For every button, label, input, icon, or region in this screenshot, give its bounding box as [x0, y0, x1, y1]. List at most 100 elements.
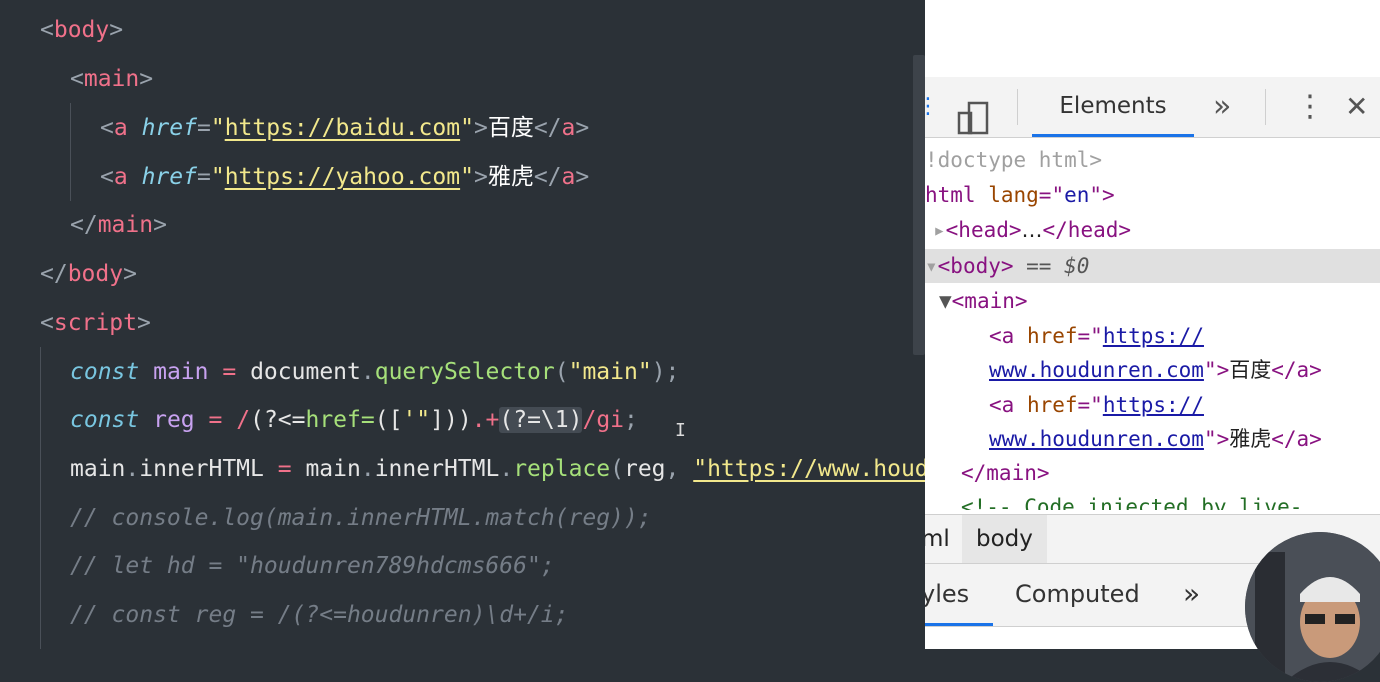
regex-group: ([	[374, 407, 403, 433]
dom-tag: ">	[1089, 183, 1115, 207]
code-line-10: main.innerHTML = main.innerHTML.replace(…	[70, 449, 925, 489]
tag-bracket: >	[109, 17, 124, 43]
dom-head[interactable]: ▸<head>…</head>	[933, 213, 1131, 247]
dom-link[interactable]: www.houdunren.com	[989, 427, 1204, 451]
identifier: main	[70, 456, 126, 482]
breadcrumb-body[interactable]: body	[962, 515, 1047, 563]
argument: reg	[623, 456, 666, 482]
tag-bracket: >	[473, 164, 488, 190]
regex-literal: href=	[305, 407, 375, 433]
property: innerHTML	[374, 456, 500, 482]
quote: "	[210, 164, 225, 190]
dom-tag: ">	[1203, 427, 1230, 451]
operator: =	[222, 359, 237, 385]
tag-bracket: <	[100, 164, 114, 190]
string: "main"	[568, 359, 652, 385]
devtools-toolbar: ⋮ Elements » ⋮ ✕	[925, 77, 1380, 138]
tag-bracket: <	[100, 115, 114, 141]
semicolon: ;	[624, 407, 638, 433]
more-tabs-icon[interactable]: »	[1183, 564, 1200, 624]
dot: .	[125, 456, 140, 482]
tab-elements[interactable]: Elements	[1032, 77, 1194, 137]
dom-comment[interactable]: <!-- Code injected by live-	[961, 490, 1302, 510]
inspect-element-icon[interactable]: ⋮	[925, 77, 939, 137]
tag-bracket: </	[533, 164, 562, 190]
dom-link[interactable]: www.houdunren.com	[989, 358, 1204, 382]
dom-attr: href	[1026, 324, 1078, 348]
tag-bracket: >	[139, 66, 154, 92]
tag-bracket: <	[40, 17, 54, 43]
tab-styles[interactable]: yles	[925, 564, 993, 626]
function-name: replace	[513, 456, 611, 482]
equals: =	[196, 164, 211, 190]
indent-guide	[70, 103, 71, 201]
variable: reg	[153, 407, 195, 433]
code-editor[interactable]: <body> <main> <a href="https://baidu.com…	[0, 0, 925, 649]
dot: .	[360, 456, 375, 482]
dom-main[interactable]: ▼<main>	[939, 284, 1028, 318]
tag-name: a	[113, 164, 128, 190]
more-tabs-icon[interactable]: »	[1213, 77, 1231, 137]
code-line-4: <a href="https://yahoo.com">雅虎</a>	[100, 157, 589, 197]
indent-guide	[40, 347, 41, 649]
keyword: const	[70, 407, 140, 433]
dom-a-2-cont[interactable]: www.houdunren.com">雅虎</a>	[989, 422, 1322, 456]
regex-group: ]))	[430, 407, 472, 433]
tag-bracket: </	[40, 261, 68, 287]
tag-bracket: >	[575, 115, 590, 141]
tag-name: body	[53, 17, 110, 43]
dom-a-1[interactable]: <a href="https://	[989, 319, 1204, 353]
tag-bracket: >	[153, 212, 167, 238]
comma: ,	[665, 456, 694, 482]
quote: "	[460, 115, 474, 141]
code-line-9: const reg = /(?<=href=(['"])).+(?=\1)/gi…	[70, 400, 638, 440]
tag-bracket: >	[473, 115, 488, 141]
collapse-triangle-icon[interactable]: ▸	[933, 218, 946, 242]
tag-bracket: <	[40, 310, 54, 336]
webcam-overlay	[1245, 532, 1380, 682]
tag-name: main	[83, 66, 140, 92]
kebab-menu-icon[interactable]: ⋮	[1295, 77, 1325, 137]
editor-scrollbar[interactable]	[913, 55, 925, 355]
dom-text: 百度	[1229, 358, 1272, 382]
expand-triangle-icon[interactable]: ▼	[939, 289, 952, 313]
dom-tag: <main>	[951, 289, 1028, 313]
dom-main-close[interactable]: </main>	[961, 456, 1050, 490]
property: innerHTML	[139, 456, 264, 482]
function-name: querySelector	[374, 359, 555, 385]
dom-tree[interactable]: !doctype html> html lang="en"> ▸<head>…<…	[925, 138, 1380, 510]
url-link[interactable]: https://baidu.com	[225, 115, 460, 141]
dom-link[interactable]: https://	[1103, 393, 1204, 417]
dom-body[interactable]: ▾<body> == $0	[925, 249, 1089, 283]
operator: =	[277, 456, 292, 482]
tag-bracket: </	[533, 115, 562, 141]
url-link[interactable]: https://yahoo.com	[225, 164, 460, 190]
device-toolbar-icon[interactable]	[957, 89, 991, 137]
dot: .	[360, 359, 375, 385]
operator: =	[208, 407, 223, 433]
attr-name: href	[141, 164, 197, 190]
keyword: const	[70, 359, 140, 385]
regex-charset: '"	[402, 407, 431, 433]
tag-name: script	[53, 310, 137, 336]
dom-tag: ="	[1038, 183, 1065, 207]
dom-a-2[interactable]: <a href="https://	[989, 388, 1204, 422]
expand-triangle-icon[interactable]: ▾	[925, 254, 938, 278]
dom-html[interactable]: html lang="en">	[925, 178, 1115, 212]
dom-link[interactable]: https://	[1103, 324, 1204, 348]
dom-attr: href	[1026, 393, 1078, 417]
equals: =	[196, 115, 211, 141]
dom-tag: <head>	[945, 218, 1022, 242]
tag-name: a	[561, 164, 576, 190]
dom-tag: ">	[1203, 358, 1230, 382]
quote: "	[210, 115, 225, 141]
identifier: document	[250, 359, 361, 385]
tab-computed[interactable]: Computed	[1015, 564, 1140, 624]
breadcrumb-html[interactable]: ml	[925, 515, 950, 563]
paren: (	[554, 359, 569, 385]
dom-a-1-cont[interactable]: www.houdunren.com">百度</a>	[989, 353, 1322, 387]
dom-tag: </a>	[1271, 427, 1322, 451]
close-icon[interactable]: ✕	[1345, 77, 1368, 137]
dom-doctype[interactable]: !doctype html>	[925, 143, 1102, 177]
dom-text: 雅虎	[1229, 427, 1272, 451]
